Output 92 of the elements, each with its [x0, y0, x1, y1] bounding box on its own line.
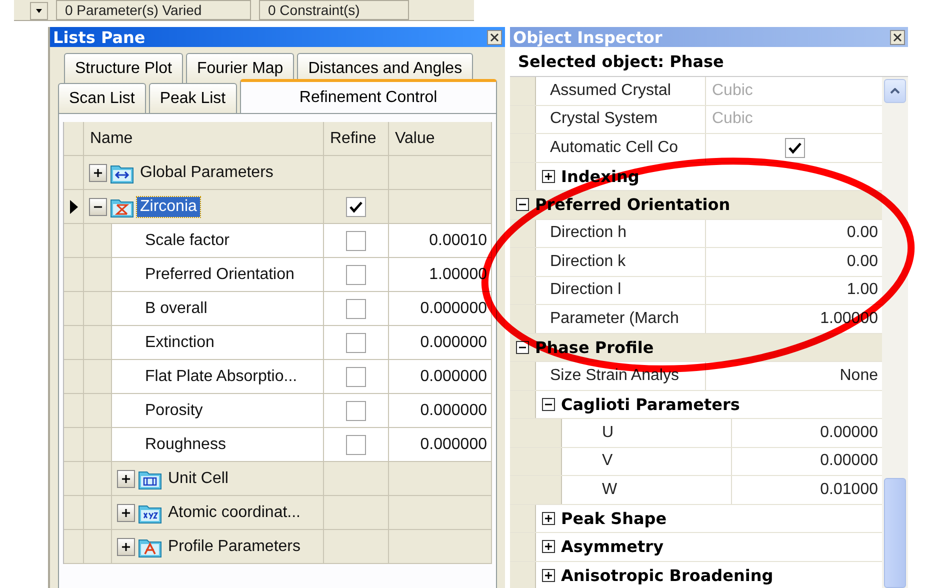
tree-label[interactable]: Flat Plate Absorptio...	[142, 366, 300, 386]
close-button[interactable]	[890, 30, 905, 44]
tree-label[interactable]: Unit Cell	[165, 468, 232, 488]
property-name: Size Strain Analys	[550, 366, 679, 385]
close-icon	[893, 32, 902, 42]
property-checkbox[interactable]	[785, 138, 805, 158]
property-name: Direction h	[550, 224, 626, 242]
value-cell: 0.000000	[389, 394, 492, 428]
tab[interactable]: Peak List	[148, 83, 237, 113]
property-name: Automatic Cell Co	[550, 138, 678, 157]
tree-label[interactable]: Atomic coordinat...	[165, 502, 304, 522]
property-name: Direction k	[550, 252, 626, 271]
column-header[interactable]: Name	[84, 122, 324, 156]
expand-icon[interactable]	[542, 512, 555, 525]
refine-checkbox[interactable]	[346, 332, 366, 352]
property-value[interactable]: 1.00	[846, 281, 878, 300]
value-cell: 0.000000	[389, 326, 492, 360]
property-name: Assumed Crystal	[550, 82, 671, 100]
property-value[interactable]: 0.00	[846, 224, 878, 242]
collapse-button[interactable]	[89, 198, 107, 216]
current-row-icon	[70, 200, 78, 214]
section-heading[interactable]: Peak Shape	[561, 508, 667, 528]
tab[interactable]: Refinement Control	[240, 79, 497, 113]
close-button[interactable]	[487, 30, 502, 44]
refine-checkbox[interactable]	[346, 196, 366, 216]
scroll-thumb[interactable]	[884, 478, 906, 588]
refine-checkbox[interactable]	[346, 400, 366, 420]
tab[interactable]: Scan List	[58, 83, 146, 113]
plus-icon	[93, 168, 103, 178]
expand-button[interactable]	[117, 538, 135, 556]
tree-label[interactable]: Porosity	[142, 400, 206, 420]
section-heading[interactable]: Asymmetry	[561, 537, 664, 556]
caret-up-icon	[890, 88, 900, 94]
collapse-icon[interactable]	[542, 398, 555, 411]
scroll-up-button[interactable]	[884, 79, 906, 103]
section-heading[interactable]: Anisotropic Broadening	[561, 566, 774, 585]
pane-title: Lists Pane	[53, 28, 146, 46]
expand-button[interactable]	[89, 164, 107, 182]
status-field: 0 Constraint(s)	[259, 0, 409, 20]
refine-checkbox[interactable]	[346, 366, 366, 386]
tree-label[interactable]: Zirconia	[137, 196, 200, 216]
tab[interactable]: Fourier Map	[186, 53, 294, 83]
tree-label[interactable]: Profile Parameters	[165, 536, 304, 556]
tab[interactable]: Structure Plot	[64, 53, 183, 83]
tree-label[interactable]: Scale factor	[142, 230, 232, 250]
check-icon	[788, 142, 802, 154]
plus-icon	[121, 542, 131, 552]
property-value[interactable]: 0.00	[846, 252, 878, 271]
expand-button[interactable]	[117, 504, 135, 522]
property-name: U	[602, 424, 614, 442]
column-header[interactable]: Value	[389, 122, 492, 156]
tree-label[interactable]: Global Parameters	[137, 162, 276, 182]
section-heading[interactable]: Caglioti Parameters	[561, 394, 740, 414]
refine-checkbox[interactable]	[346, 230, 366, 250]
property-value[interactable]: None	[840, 366, 878, 385]
tree-label[interactable]: B overall	[142, 298, 210, 318]
property-value[interactable]: 0.00000	[820, 424, 878, 442]
property-value[interactable]: 0.00000	[820, 452, 878, 470]
collapse-icon[interactable]	[516, 198, 529, 212]
caret-icon	[36, 9, 42, 13]
tree-label[interactable]: Preferred Orientation	[142, 264, 298, 284]
property-name: Direction l	[550, 281, 622, 300]
expand-button[interactable]	[117, 470, 135, 488]
value-cell: 0.000000	[389, 360, 492, 394]
property-value[interactable]: 0.01000	[820, 480, 878, 499]
refine-checkbox[interactable]	[346, 264, 366, 284]
property-name: W	[602, 480, 618, 499]
refine-checkbox[interactable]	[346, 298, 366, 318]
status-field: 0 Parameter(s) Varied	[56, 0, 251, 20]
refine-checkbox[interactable]	[346, 434, 366, 454]
collapse-icon[interactable]	[516, 340, 529, 354]
value-cell: 0.00010	[389, 224, 492, 258]
close-icon	[490, 32, 499, 42]
value-cell: 0.000000	[389, 292, 492, 326]
selected-object-heading: Selected object: Phase	[510, 47, 908, 77]
tree-label[interactable]: Extinction	[142, 332, 218, 352]
value-cell: 0.000000	[389, 428, 492, 462]
plus-icon	[121, 508, 131, 518]
property-name: Crystal System	[550, 110, 658, 128]
tree-label[interactable]: Roughness	[142, 434, 229, 454]
column-header[interactable]: Refine	[324, 122, 389, 156]
plus-icon	[121, 474, 131, 484]
dropdown-button[interactable]	[30, 2, 48, 20]
corner-cell	[64, 122, 84, 156]
expand-icon[interactable]	[542, 170, 555, 183]
pane-title: Object Inspector	[513, 28, 662, 46]
check-icon	[349, 200, 363, 212]
row-selector[interactable]	[64, 190, 84, 224]
expand-icon[interactable]	[542, 568, 555, 582]
property-name: V	[602, 452, 613, 470]
property-name: Parameter (March	[550, 310, 679, 328]
expand-icon[interactable]	[542, 540, 555, 554]
